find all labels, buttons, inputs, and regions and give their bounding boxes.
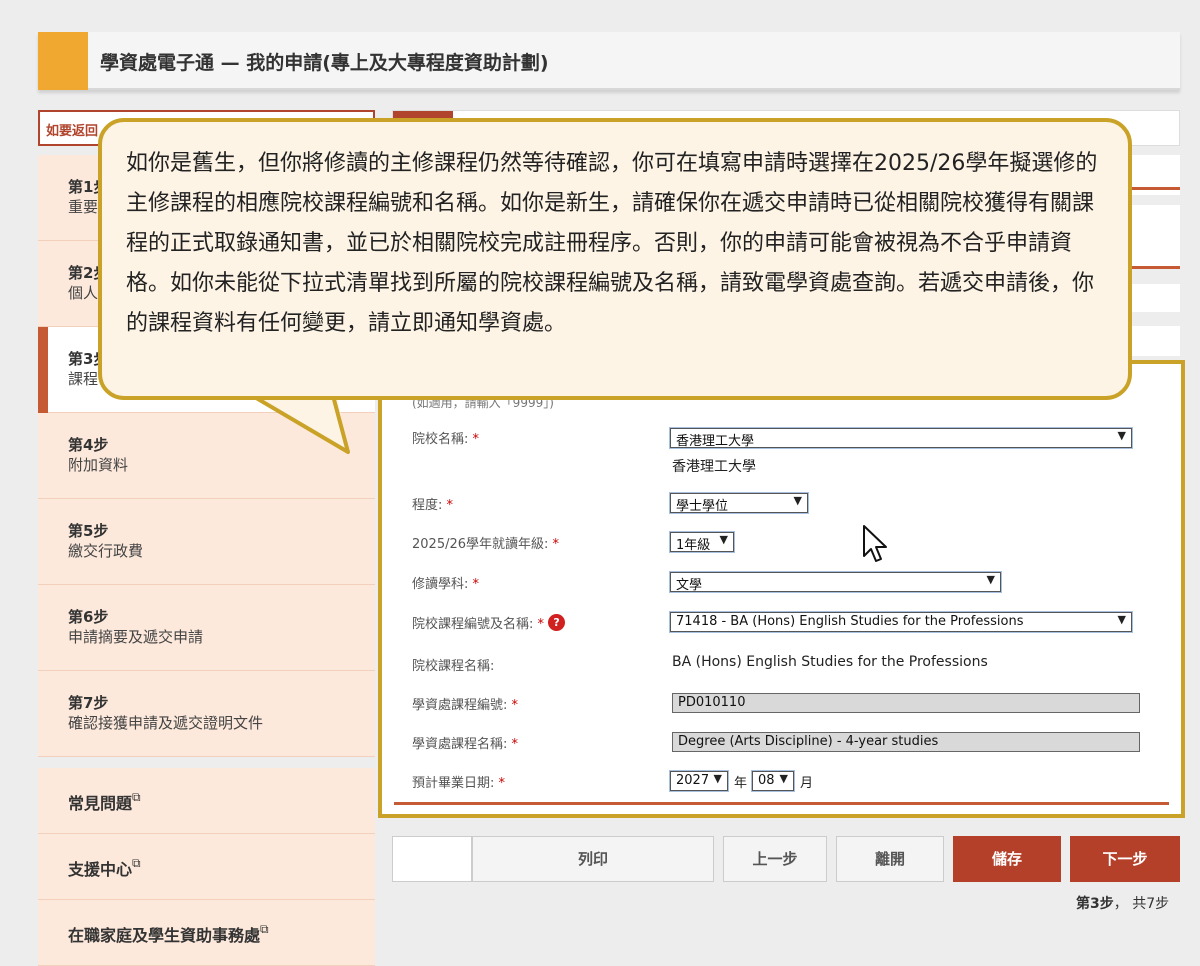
step-indicator: 第3步， 共7步 (1076, 893, 1169, 913)
required-mark: * (511, 737, 519, 752)
institution-row: 院校名稱: * (412, 428, 479, 447)
discipline-row: 修讀學科: * (412, 573, 479, 592)
required-mark: * (472, 432, 480, 447)
required-mark: * (552, 537, 560, 552)
field-label: 預計畢業日期: (412, 776, 495, 791)
chevron-down-icon: ▼ (719, 533, 728, 546)
sidebar-links: 常見問題⧉ 支援中心⧉ 在職家庭及學生資助事務處⧉ (38, 768, 375, 966)
leave-button[interactable]: 離開 (836, 836, 944, 882)
programme-name-value: BA (Hons) English Studies for the Profes… (672, 654, 988, 670)
help-icon[interactable]: ? (548, 614, 566, 631)
save-button[interactable]: 儲存 (953, 836, 1061, 882)
institution-select[interactable]: 香港理工大學 ▼ (670, 428, 1132, 449)
select-value: 學士學位 (676, 499, 729, 514)
print-button[interactable]: 列印 (472, 836, 714, 882)
year-of-study-select[interactable]: 1年級 ▼ (670, 532, 734, 553)
select-value: 08 (758, 773, 775, 788)
field-label: 院校名稱: (412, 432, 469, 447)
support-center-link[interactable]: 支援中心⧉ (38, 834, 375, 900)
required-mark: * (511, 698, 519, 713)
required-mark: * (446, 498, 454, 513)
chevron-down-icon: ▼ (1117, 429, 1126, 442)
action-buttons: 列印 上一步 離開 儲存 下一步 (392, 836, 1180, 882)
chevron-down-icon: ▼ (986, 573, 995, 586)
field-label: 程度: (412, 498, 443, 513)
required-mark: * (498, 776, 506, 791)
sidebar-step-5[interactable]: 第5步 繳交行政費 (38, 499, 375, 585)
discipline-select[interactable]: 文學 ▼ (670, 572, 1001, 593)
graduation-month-select[interactable]: 08 ▼ (752, 771, 794, 791)
field-label: 修讀學科: (412, 577, 469, 592)
callout-tail (244, 390, 350, 454)
field-label: 院校課程編號及名稱: (412, 617, 534, 632)
page-header: 學資處電子通 — 我的申請(專上及大專程度資助計劃) (38, 32, 1180, 90)
sfo-code-row: 學資處課程編號: * (412, 694, 518, 713)
faq-link[interactable]: 常見問題⧉ (38, 768, 375, 834)
blank-button-area (392, 836, 472, 882)
required-mark: * (472, 577, 480, 592)
chevron-down-icon: ▼ (779, 772, 788, 785)
step-number: 第6步 (68, 608, 109, 626)
year-row: 2025/26學年就讀年級: * (412, 533, 559, 552)
external-link-icon: ⧉ (132, 856, 141, 870)
graduation-row: 預計畢業日期: * (412, 772, 505, 791)
chevron-down-icon: ▼ (793, 494, 802, 507)
select-value: 1年級 (676, 538, 711, 553)
page-title: 學資處電子通 — 我的申請(專上及大專程度資助計劃) (100, 52, 549, 74)
chevron-down-icon: ▼ (1117, 613, 1126, 626)
course-form-panel: (如適用，請輸入「9999」) 院校名稱: * 香港理工大學 ▼ 香港理工大學 程… (378, 360, 1185, 818)
info-callout: 如你是舊生，但你將修讀的主修課程仍然等待確認，你可在填寫申請時選擇在2025/2… (98, 118, 1132, 400)
current-step: 第3步 (1076, 896, 1114, 912)
field-label: 2025/26學年就讀年級: (412, 537, 549, 552)
field-label: 學資處課程編號: (412, 698, 508, 713)
step-label: 確認接獲申請及遞交證明文件 (68, 714, 264, 732)
select-value: 文學 (676, 578, 703, 593)
sfo-name-row: 學資處課程名稱: * (412, 733, 518, 752)
required-mark: * (537, 617, 545, 632)
back-link[interactable]: 如要返回 (46, 120, 98, 139)
institution-display: 香港理工大學 (672, 459, 756, 475)
mouse-cursor-icon (863, 525, 887, 562)
external-link-icon: ⧉ (132, 790, 141, 804)
next-step-button[interactable]: 下一步 (1070, 836, 1180, 882)
support-link-label[interactable]: 支援中心 (68, 860, 132, 879)
level-select[interactable]: 學士學位 ▼ (670, 493, 808, 514)
total-steps: 共7步 (1132, 896, 1170, 912)
divider (394, 802, 1169, 805)
select-value: 香港理工大學 (676, 434, 755, 449)
wfsfaa-link[interactable]: 在職家庭及學生資助事務處⧉ (38, 900, 375, 966)
field-label: 院校課程名稱: (412, 659, 495, 674)
chevron-down-icon: ▼ (713, 772, 722, 785)
sfo-code-field: PD010110 (672, 693, 1140, 713)
level-row: 程度: * (412, 494, 453, 513)
graduation-year-select[interactable]: 2027 ▼ (670, 771, 728, 791)
step-label: 申請摘要及遞交申請 (68, 628, 204, 646)
sidebar-step-6[interactable]: 第6步 申請摘要及遞交申請 (38, 585, 375, 671)
step-separator: ， (1113, 896, 1128, 912)
sfo-name-field: Degree (Arts Discipline) - 4-year studie… (672, 732, 1140, 752)
programme-code-select[interactable]: 71418 - BA (Hons) English Studies for th… (670, 612, 1132, 632)
programme-name-row: 院校課程名稱: (412, 655, 494, 674)
select-value: 2027 (676, 773, 710, 788)
programme-code-row: 院校課程編號及名稱: *? (412, 613, 566, 632)
callout-text: 如你是舊生，但你將修讀的主修課程仍然等待確認，你可在填寫申請時選擇在2025/2… (126, 151, 1098, 336)
month-unit: 月 (800, 776, 814, 791)
step-number: 第5步 (68, 522, 109, 540)
wfsfaa-link-label[interactable]: 在職家庭及學生資助事務處 (68, 926, 260, 945)
faq-link-label[interactable]: 常見問題 (68, 794, 132, 813)
sidebar-step-7[interactable]: 第7步 確認接獲申請及遞交證明文件 (38, 671, 375, 757)
external-link-icon: ⧉ (260, 922, 269, 936)
year-unit: 年 (734, 776, 748, 791)
prev-step-button[interactable]: 上一步 (723, 836, 827, 882)
select-value: 71418 - BA (Hons) English Studies for th… (676, 614, 1024, 629)
step-label: 繳交行政費 (68, 542, 144, 560)
header-accent (38, 32, 88, 90)
field-label: 學資處課程名稱: (412, 737, 508, 752)
step-number: 第7步 (68, 694, 109, 712)
